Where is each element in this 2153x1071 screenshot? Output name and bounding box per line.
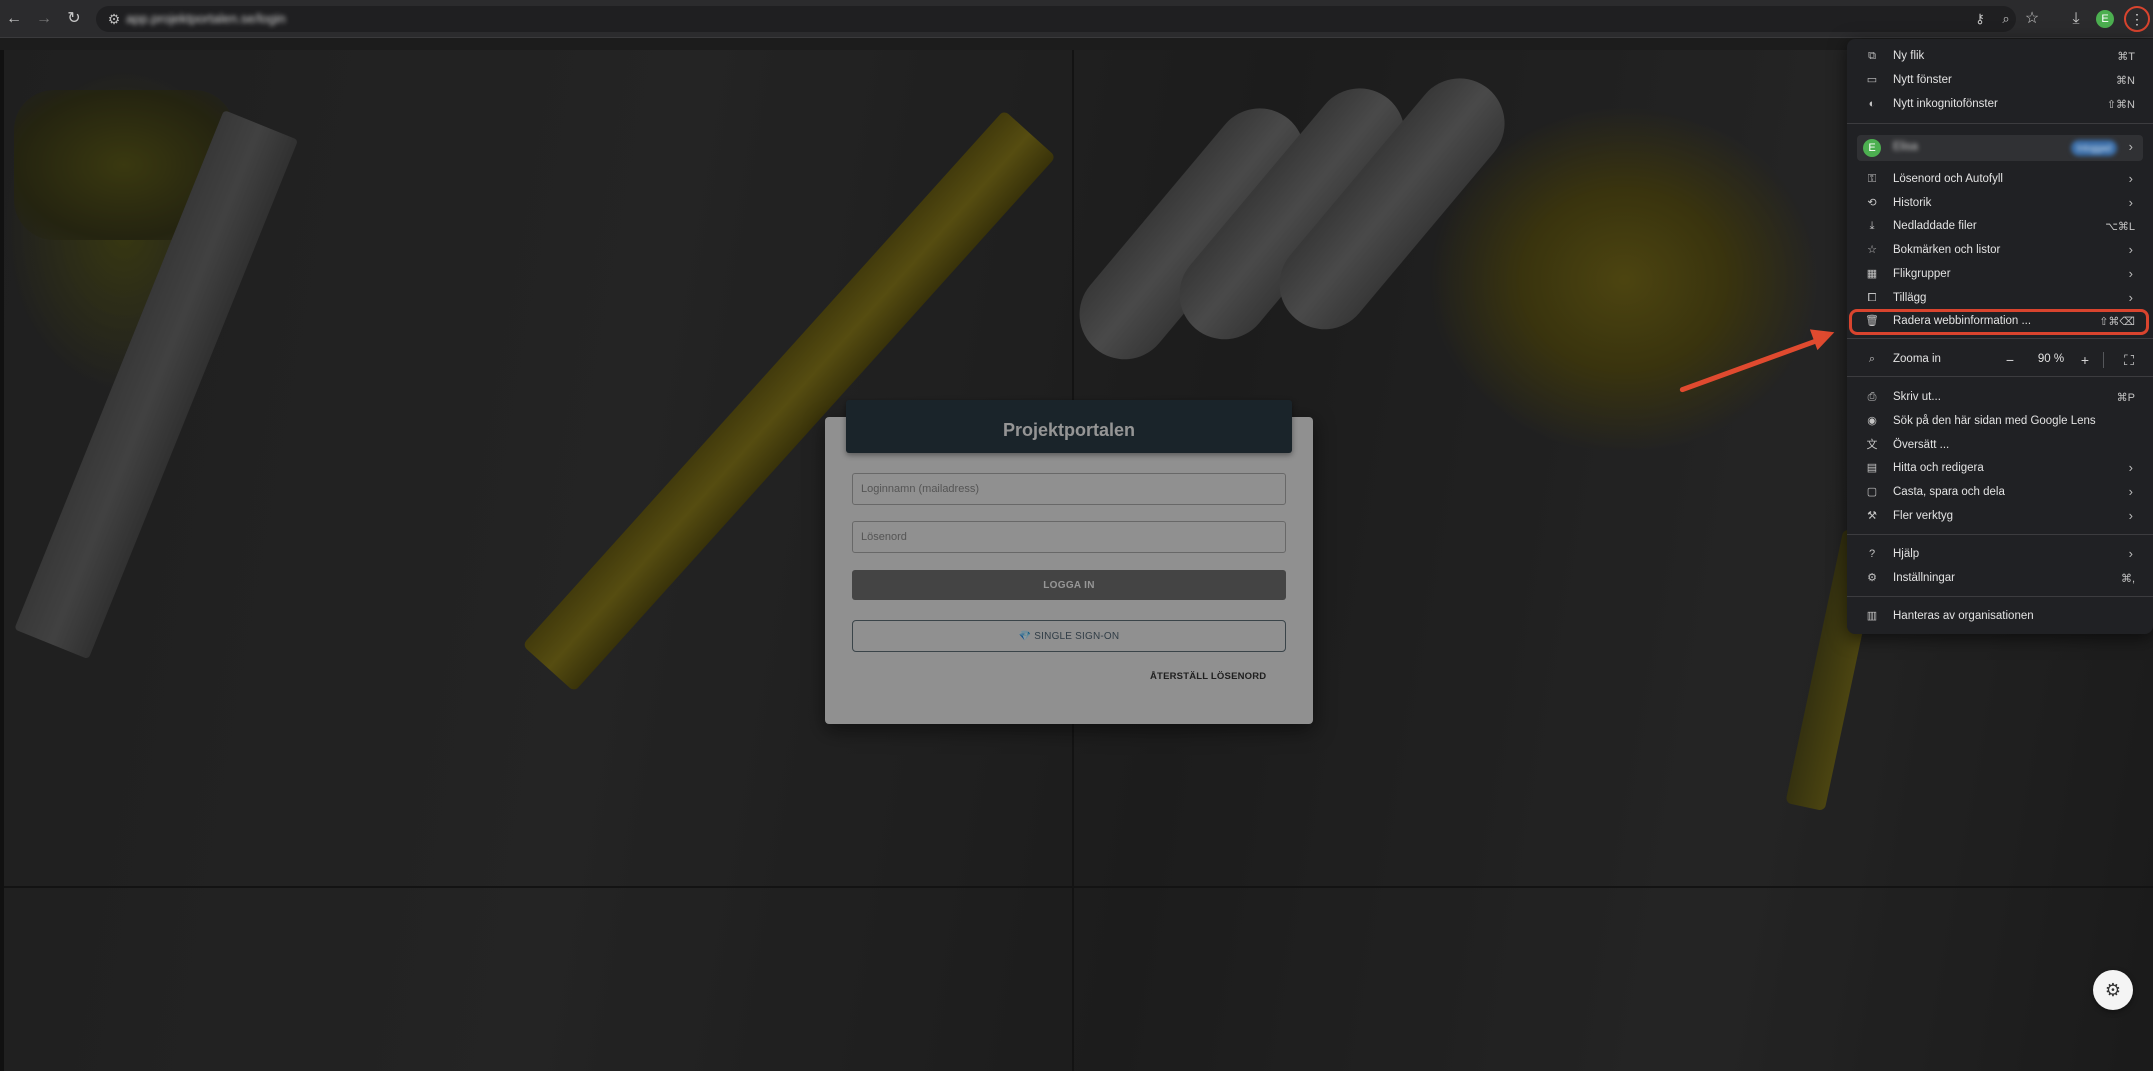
chevron-right-icon: ›	[2128, 266, 2133, 281]
zoom-level: 90 %	[2037, 353, 2065, 365]
menu-item-find-edit[interactable]: ▤ Hitta och redigera ›	[1847, 457, 2153, 480]
zoom-divider	[2103, 352, 2104, 368]
menu-divider	[1847, 123, 2153, 124]
profile-avatar: E	[1863, 139, 1881, 157]
address-bar[interactable]: ⚙ app.projektportalen.se/login	[96, 6, 2016, 32]
key-icon: ⚿	[1867, 173, 1877, 185]
menu-item-zoom: ⌕ Zooma in − 90 % + ⛶	[1847, 348, 2153, 371]
diamond-icon: 💎	[1018, 630, 1032, 642]
menu-item-managed-by-org[interactable]: ▥ Hanteras av organisationen	[1847, 605, 2153, 628]
menu-item-incognito-window[interactable]: ◐ Nytt inkognitofönster ⇧⌘N	[1847, 93, 2153, 116]
username-input[interactable]	[852, 473, 1286, 505]
menu-item-bookmarks[interactable]: ☆ Bokmärken och listor ›	[1847, 239, 2153, 262]
translate-icon: 文	[1866, 439, 1878, 451]
menu-divider	[1847, 534, 2153, 535]
menu-item-history[interactable]: ⟲ Historik ›	[1847, 192, 2153, 215]
new-tab-icon: ⧉	[1868, 50, 1876, 62]
history-icon: ⟲	[1867, 197, 1877, 209]
chevron-right-icon: ›	[2128, 195, 2133, 210]
site-settings-icon[interactable]: ⚙	[104, 9, 124, 29]
single-sign-on-button[interactable]: 💎 SINGLE SIGN-ON	[852, 620, 1286, 652]
password-key-icon[interactable]: ⚷	[1970, 9, 1990, 29]
zoom-icon: ⌕	[1868, 353, 1876, 365]
menu-divider	[1847, 596, 2153, 597]
settings-icon: ⚙	[1867, 572, 1877, 584]
lens-icon: ◉	[1867, 415, 1877, 427]
building-icon: ▥	[1866, 610, 1878, 622]
incognito-icon: ◐	[1868, 98, 1876, 110]
back-arrow-icon[interactable]: ←	[4, 9, 24, 29]
chevron-right-icon: ›	[2128, 139, 2133, 154]
zoom-in-button[interactable]: +	[2075, 350, 2095, 370]
print-icon: ⎙	[1867, 391, 1877, 403]
menu-item-print[interactable]: ⎙ Skriv ut... ⌘P	[1847, 386, 2153, 409]
downloads-icon[interactable]: ⤓	[2066, 9, 2086, 29]
address-url: app.projektportalen.se/login	[126, 11, 286, 26]
chevron-right-icon: ›	[2128, 484, 2133, 499]
fullscreen-icon[interactable]: ⛶	[2119, 350, 2139, 370]
chevron-right-icon: ›	[2128, 290, 2133, 305]
menu-item-extensions[interactable]: ⧠ Tillägg ›	[1847, 287, 2153, 310]
login-button[interactable]: LOGGA IN	[852, 570, 1286, 600]
bookmark-star-icon[interactable]: ☆	[2022, 9, 2042, 29]
extension-icon: ⧠	[1867, 292, 1877, 304]
chevron-right-icon: ›	[2128, 242, 2133, 257]
chrome-menu-button[interactable]: ⋮	[2124, 6, 2150, 32]
cast-icon: ▢	[1866, 486, 1878, 498]
chrome-menu: ⧉ Ny flik ⌘T ▭ Nytt fönster ⌘N ◐ Nytt in…	[1847, 39, 2153, 634]
menu-item-passwords-autofill[interactable]: ⚿ Lösenord och Autofyll ›	[1847, 168, 2153, 191]
menu-item-help[interactable]: ? Hjälp ›	[1847, 543, 2153, 566]
new-window-icon: ▭	[1866, 74, 1878, 86]
tile-seam	[4, 886, 2153, 888]
sso-label: SINGLE SIGN-ON	[1034, 630, 1120, 642]
menu-divider	[1847, 338, 2153, 339]
tab-groups-icon: ▦	[1866, 268, 1878, 280]
menu-item-translate[interactable]: 文 Översätt ...	[1847, 434, 2153, 457]
trash-icon: 🗑	[1865, 315, 1879, 327]
reload-icon[interactable]: ↻	[64, 9, 84, 29]
menu-item-new-tab[interactable]: ⧉ Ny flik ⌘T	[1847, 45, 2153, 68]
menu-divider	[1847, 376, 2153, 377]
menu-profile-row[interactable]: E Elisa Inloggad ›	[1857, 135, 2143, 161]
menu-item-google-lens[interactable]: ◉ Sök på den här sidan med Google Lens	[1847, 410, 2153, 433]
reset-password-link[interactable]: ÅTERSTÄLL LÖSENORD	[1150, 671, 1266, 682]
login-title: Projektportalen	[846, 400, 1292, 453]
menu-item-cast-save-share[interactable]: ▢ Casta, spara och dela ›	[1847, 481, 2153, 504]
menu-item-clear-browsing-data[interactable]: 🗑 Radera webbinformation ... ⇧⌘⌫	[1847, 310, 2153, 333]
forward-arrow-icon[interactable]: →	[34, 9, 54, 29]
menu-item-more-tools[interactable]: ⚒ Fler verktyg ›	[1847, 505, 2153, 528]
chevron-right-icon: ›	[2128, 171, 2133, 186]
menu-item-new-window[interactable]: ▭ Nytt fönster ⌘N	[1847, 69, 2153, 92]
chevron-right-icon: ›	[2128, 546, 2133, 561]
profile-avatar[interactable]: E	[2096, 10, 2114, 28]
help-icon: ?	[1868, 548, 1876, 560]
chevron-right-icon: ›	[2128, 460, 2133, 475]
zoom-icon[interactable]: ⌕	[1996, 9, 2016, 29]
zoom-out-button[interactable]: −	[2000, 350, 2020, 370]
gear-icon[interactable]: ⚙	[2093, 970, 2133, 1010]
chevron-right-icon: ›	[2128, 508, 2133, 523]
menu-item-tab-groups[interactable]: ▦ Flikgrupper ›	[1847, 263, 2153, 286]
find-icon: ▤	[1866, 462, 1878, 474]
password-input[interactable]	[852, 521, 1286, 553]
download-icon: ⤓	[1869, 220, 1875, 232]
menu-item-downloads[interactable]: ⤓ Nedladdade filer ⌥⌘L	[1847, 215, 2153, 238]
profile-status-badge: Inloggad	[2071, 140, 2117, 156]
menu-item-settings[interactable]: ⚙ Inställningar ⌘,	[1847, 567, 2153, 590]
tools-icon: ⚒	[1867, 510, 1877, 522]
browser-toolbar: ← → ↻ ⚙ app.projektportalen.se/login ⚷ ⌕…	[0, 0, 2153, 38]
profile-name: Elisa	[1893, 141, 1918, 153]
star-icon: ☆	[1867, 244, 1877, 256]
